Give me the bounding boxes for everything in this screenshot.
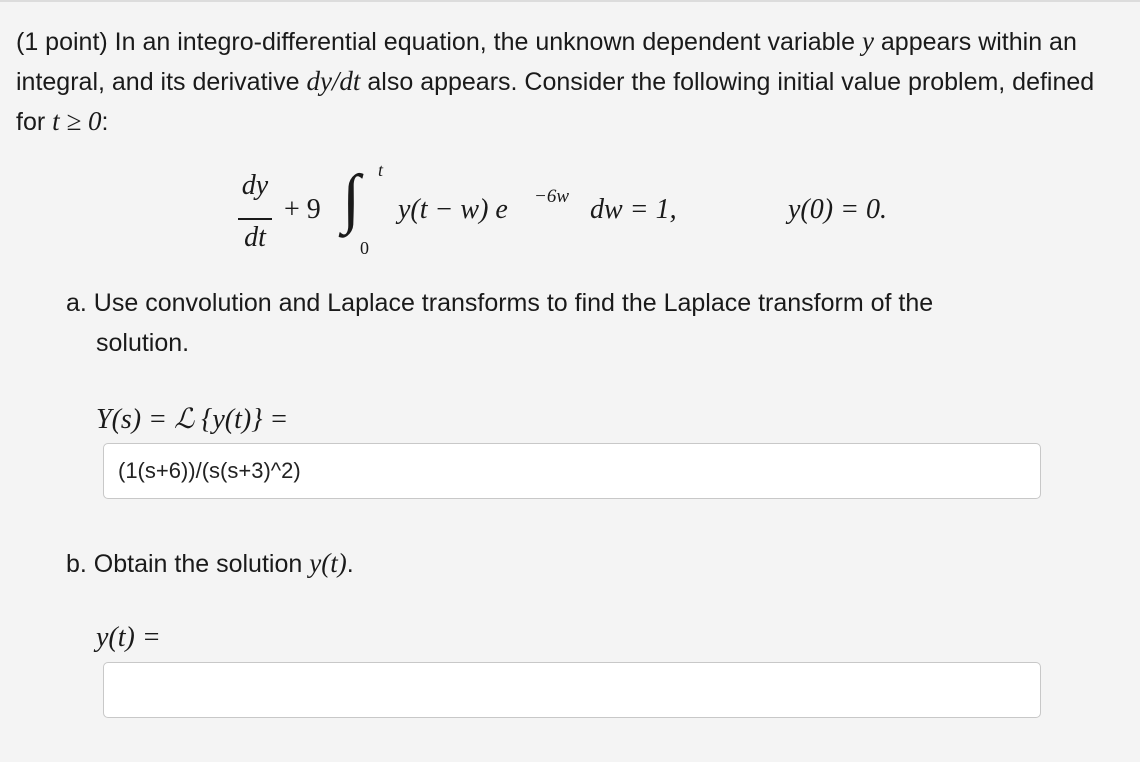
part-a-text-cont: solution. [96, 329, 190, 357]
lower-limit: 0 [360, 238, 369, 258]
intro-text-4: : [101, 108, 109, 136]
initial-condition: y(0) = 0. [788, 194, 887, 225]
upper-limit: t [378, 160, 384, 180]
plus-coefficient: + 9 [284, 194, 321, 225]
intro-deriv: dy/dt [306, 66, 361, 96]
part-a-answer-input[interactable]: (1(s+6))/(s(s+3)^2) [103, 443, 1041, 499]
display-equation: dy dt + 9 ∫ t 0 y(t − w) e −6w dw = 1, y… [232, 160, 932, 270]
part-a-prompt: a. Use convolution and Laplace transform… [66, 283, 1076, 363]
fraction-bar [238, 218, 272, 220]
part-b-answer-label: y(t) = [96, 622, 161, 653]
exponent: −6w [534, 186, 569, 207]
part-b-text: b. Obtain the solution [66, 550, 310, 578]
part-b-prompt: b. Obtain the solution y(t). [66, 543, 354, 584]
problem-statement: (1 point) In an integro-differential equ… [16, 22, 1126, 142]
part-b-answer-input[interactable] [103, 662, 1041, 718]
part-a-text: a. Use convolution and Laplace transform… [66, 289, 934, 317]
fraction-denominator: dt [244, 222, 266, 253]
intro-condition: t ≥ 0 [52, 106, 102, 136]
top-divider [0, 0, 1140, 2]
integrand: y(t − w) e [398, 194, 508, 225]
intro-text-1: (1 point) In an integro-differential equ… [16, 28, 862, 56]
part-b-var: y(t) [309, 548, 347, 578]
fraction-numerator: dy [241, 170, 269, 201]
intro-var-y: y [861, 26, 874, 56]
integral-sign: ∫ [342, 162, 361, 235]
part-a-answer-label: Y(s) = ℒ {y(t)} = [96, 404, 289, 435]
part-b-text-end: . [346, 550, 354, 578]
differential-rhs: dw = 1, [590, 194, 677, 225]
